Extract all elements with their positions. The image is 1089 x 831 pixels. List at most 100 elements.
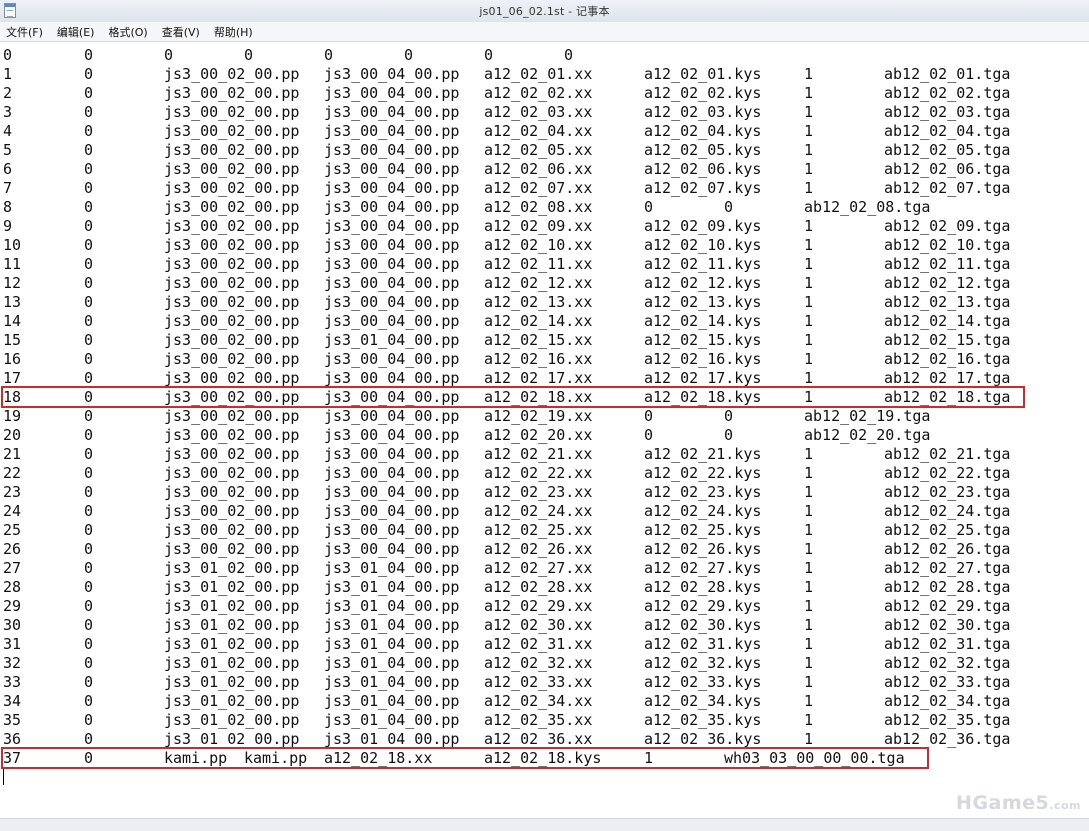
cell-pp-file-a: js3_00_02_00.pp	[164, 502, 300, 520]
text-line[interactable]: 21 0 js3_00_02_00.pp js3_00_04_00.pp a12_02_…	[0, 445, 1089, 464]
cell-pp-file-b: js3_00_04_00.pp	[324, 255, 460, 273]
cell-tga-file: ab12_02_21.tga	[884, 445, 1011, 463]
cell-xx-file: a12_02_33.xx	[484, 673, 593, 691]
cell-tga-file: ab12_02_25.tga	[884, 521, 1011, 539]
cell-count: 1	[804, 293, 814, 311]
cell-pp-file-b: js3_00_04_00.pp	[324, 540, 460, 558]
cell-pp-file-a: js3_01_02_00.pp	[164, 616, 300, 634]
cell-flag: 0	[84, 616, 94, 634]
text-line[interactable]: 37 0 kami.pp kami.pp a12_02_18.xx a12_02_18.k…	[0, 749, 1089, 768]
cell-pp-file-b: js3_00_04_00.pp	[324, 65, 460, 83]
text-line[interactable]: 2 0 js3_00_02_00.pp js3_00_04_00.pp a12_02_0…	[0, 84, 1089, 103]
text-line[interactable]: 31 0 js3_01_02_00.pp js3_01_04_00.pp a12_02_…	[0, 635, 1089, 654]
cell-pp-file-a: js3_00_02_00.pp	[164, 179, 300, 197]
cell-flag: 0	[84, 635, 94, 653]
text-line[interactable]: 0 0 0 0 0 0 0 0	[0, 46, 1089, 65]
cell-pp-file-b: js3_01_04_00.pp	[324, 711, 460, 729]
text-line[interactable]: 22 0 js3_00_02_00.pp js3_00_04_00.pp a12_02_…	[0, 464, 1089, 483]
cell-pp-file-b: js3_00_04_00.pp	[324, 293, 460, 311]
menu-bar: 文件(F) 编辑(E) 格式(O) 查看(V) 帮助(H)	[0, 22, 1089, 42]
cell-pp-file-a: js3_00_02_00.pp	[164, 521, 300, 539]
cell-row-id: 33	[3, 673, 22, 691]
menu-format[interactable]: 格式(O)	[102, 24, 147, 40]
cell-pp-file-b: js3_00_04_00.pp	[324, 350, 460, 368]
text-line[interactable]: 23 0 js3_00_02_00.pp js3_00_04_00.pp a12_02_…	[0, 483, 1089, 502]
cell-tga-file: ab12_02_28.tga	[884, 578, 1011, 596]
cell-xx-file: a12_02_13.xx	[484, 293, 593, 311]
text-line[interactable]: 7 0 js3_00_02_00.pp js3_00_04_00.pp a12_02_0…	[0, 179, 1089, 198]
text-line[interactable]: 33 0 js3_01_02_00.pp js3_01_04_00.pp a12_02_…	[0, 673, 1089, 692]
cell-tga-file: wh03_03_00_00_00.tga	[724, 749, 905, 767]
cell-xx-file: a12_02_11.xx	[484, 255, 593, 273]
cell-xx-file: a12_02_15.xx	[484, 331, 593, 349]
cell-flag: 0	[84, 274, 94, 292]
text-line[interactable]: 5 0 js3_00_02_00.pp js3_00_04_00.pp a12_02_0…	[0, 141, 1089, 160]
cell-count: 1	[804, 540, 814, 558]
text-line[interactable]: 27 0 js3_01_02_00.pp js3_01_04_00.pp a12_02_…	[0, 559, 1089, 578]
cell-pp-file-a: 0	[164, 46, 174, 64]
cell-flag: 0	[84, 103, 94, 121]
text-editor-area[interactable]: 0 0 0 0 0 0 0 0 1 0 js3_00_02_00.pp js3_00_04_00.pp…	[0, 42, 1089, 818]
text-line[interactable]: 36 0 js3_01_02_00.pp js3_01_04_00.pp a12_02_…	[0, 730, 1089, 749]
text-line[interactable]: 29 0 js3_01_02_00.pp js3_01_04_00.pp a12_02_…	[0, 597, 1089, 616]
cell-row-id: 23	[3, 483, 22, 501]
menu-view[interactable]: 查看(V)	[156, 24, 200, 40]
text-line[interactable]: 18 0 js3_00_02_00.pp js3_00_04_00.pp a12_02_…	[0, 388, 1089, 407]
text-line[interactable]: 1 0 js3_00_02_00.pp js3_00_04_00.pp a12_02_0…	[0, 65, 1089, 84]
menu-help[interactable]: 帮助(H)	[208, 24, 253, 40]
cell-count: 1	[804, 483, 814, 501]
text-line[interactable]: 11 0 js3_00_02_00.pp js3_00_04_00.pp a12_02_…	[0, 255, 1089, 274]
text-line[interactable]: 34 0 js3_01_02_00.pp js3_01_04_00.pp a12_02_…	[0, 692, 1089, 711]
text-line[interactable]: 6 0 js3_00_02_00.pp js3_00_04_00.pp a12_02_0…	[0, 160, 1089, 179]
cell-xx-file: a12_02_16.xx	[484, 350, 593, 368]
cell-pp-file-a: js3_00_02_00.pp	[164, 350, 300, 368]
cell-xx-file: a12_02_36.xx	[484, 730, 593, 748]
cell-row-id: 25	[3, 521, 22, 539]
cell-row-id: 2	[3, 84, 13, 102]
text-line[interactable]: 16 0 js3_00_02_00.pp js3_00_04_00.pp a12_02_…	[0, 350, 1089, 369]
cell-kys-file: 0	[404, 46, 414, 64]
text-line[interactable]: 15 0 js3_00_02_00.pp js3_01_04_00.pp a12_02_…	[0, 331, 1089, 350]
text-line[interactable]: 13 0 js3_00_02_00.pp js3_00_04_00.pp a12_02_…	[0, 293, 1089, 312]
cell-count: 1	[804, 160, 814, 178]
text-line[interactable]: 9 0 js3_00_02_00.pp js3_00_04_00.pp a12_02_0…	[0, 217, 1089, 236]
menu-edit[interactable]: 编辑(E)	[51, 24, 95, 40]
text-line[interactable]: 8 0 js3_00_02_00.pp js3_00_04_00.pp a12_02_0…	[0, 198, 1089, 217]
cell-tga-file: ab12_02_03.tga	[884, 103, 1011, 121]
menu-file[interactable]: 文件(F)	[0, 24, 43, 40]
cell-pp-file-a: js3_00_02_00.pp	[164, 293, 300, 311]
cell-tga-file: ab12_02_11.tga	[884, 255, 1011, 273]
text-line[interactable]: 28 0 js3_01_02_00.pp js3_01_04_00.pp a12_02_…	[0, 578, 1089, 597]
cell-count: 1	[804, 521, 814, 539]
text-line[interactable]: 30 0 js3_01_02_00.pp js3_01_04_00.pp a12_02_…	[0, 616, 1089, 635]
cell-pp-file-b: js3_00_04_00.pp	[324, 464, 460, 482]
cell-pp-file-b: js3_00_04_00.pp	[324, 179, 460, 197]
text-line[interactable]: 35 0 js3_01_02_00.pp js3_01_04_00.pp a12_02_…	[0, 711, 1089, 730]
cell-kys-file: a12_02_01.kys	[644, 65, 762, 83]
text-line[interactable]: 4 0 js3_00_02_00.pp js3_00_04_00.pp a12_02_0…	[0, 122, 1089, 141]
text-line[interactable]: 20 0 js3_00_02_00.pp js3_00_04_00.pp a12_02_…	[0, 426, 1089, 445]
text-line[interactable]: 12 0 js3_00_02_00.pp js3_00_04_00.pp a12_02_…	[0, 274, 1089, 293]
cell-kys-file: a12_02_34.kys	[644, 692, 762, 710]
cell-row-id: 18	[3, 388, 22, 406]
text-line[interactable]: 19 0 js3_00_02_00.pp js3_00_04_00.pp a12_02_…	[0, 407, 1089, 426]
cell-pp-file-a: js3_00_02_00.pp	[164, 141, 300, 159]
text-line[interactable]: 25 0 js3_00_02_00.pp js3_00_04_00.pp a12_02_…	[0, 521, 1089, 540]
cell-flag: 0	[84, 350, 94, 368]
cell-kys-file: a12_02_27.kys	[644, 559, 762, 577]
text-line[interactable]: 32 0 js3_01_02_00.pp js3_01_04_00.pp a12_02_…	[0, 654, 1089, 673]
text-line[interactable]: 26 0 js3_00_02_00.pp js3_00_04_00.pp a12_02_…	[0, 540, 1089, 559]
cell-tga-file: ab12_02_13.tga	[884, 293, 1011, 311]
cell-pp-file-a: js3_00_02_00.pp	[164, 274, 300, 292]
cell-pp-file-b: js3_01_04_00.pp	[324, 654, 460, 672]
text-line[interactable]: 24 0 js3_00_02_00.pp js3_00_04_00.pp a12_02_…	[0, 502, 1089, 521]
text-line[interactable]: 10 0 js3_00_02_00.pp js3_00_04_00.pp a12_02_…	[0, 236, 1089, 255]
text-line[interactable]: 17 0 js3_00_02_00.pp js3_00_04_00.pp a12_02_…	[0, 369, 1089, 388]
cell-flag: 0	[84, 692, 94, 710]
text-line[interactable]: 3 0 js3_00_02_00.pp js3_00_04_00.pp a12_02_0…	[0, 103, 1089, 122]
cell-pp-file-b: js3_00_04_00.pp	[324, 141, 460, 159]
cell-kys-file: a12_02_30.kys	[644, 616, 762, 634]
cell-pp-file-b: js3_00_04_00.pp	[324, 521, 460, 539]
cell-pp-file-b: js3_01_04_00.pp	[324, 730, 460, 748]
text-line[interactable]: 14 0 js3_00_02_00.pp js3_00_04_00.pp a12_02_…	[0, 312, 1089, 331]
